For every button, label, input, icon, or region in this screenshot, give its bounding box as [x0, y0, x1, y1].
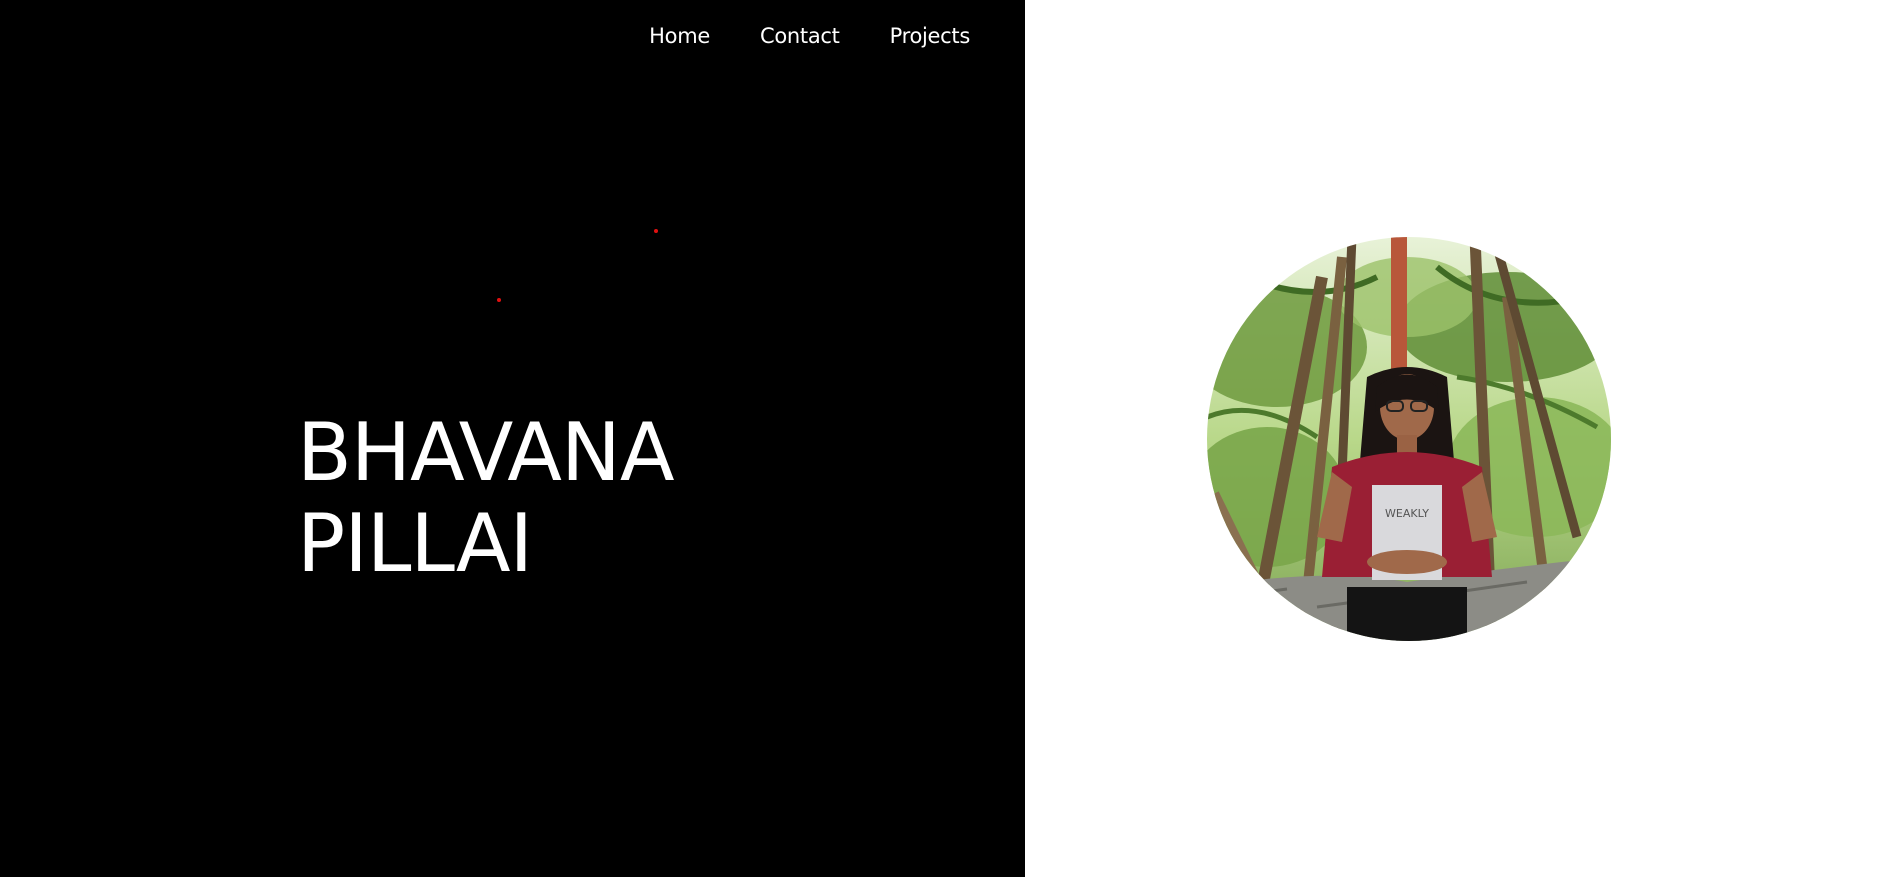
hero-last-name: PILLAI	[297, 497, 533, 590]
nav-home-link[interactable]: Home	[649, 24, 710, 48]
nav-projects-link[interactable]: Projects	[890, 24, 971, 48]
photo-panel: WEAKLY	[1025, 0, 1895, 877]
profile-photo-icon: WEAKLY	[1207, 237, 1611, 641]
hero-panel: Home Contact Projects BHAVANA PILLAI	[0, 0, 1025, 877]
nav-contact-link[interactable]: Contact	[760, 24, 840, 48]
hero-name: BHAVANA PILLAI	[297, 406, 675, 590]
particle-dot-icon	[654, 229, 658, 233]
particle-dot-icon	[497, 298, 501, 302]
profile-photo: WEAKLY	[1207, 237, 1611, 641]
svg-text:WEAKLY: WEAKLY	[1385, 507, 1429, 520]
top-nav: Home Contact Projects	[599, 24, 970, 48]
hero-first-name: BHAVANA	[297, 406, 675, 499]
